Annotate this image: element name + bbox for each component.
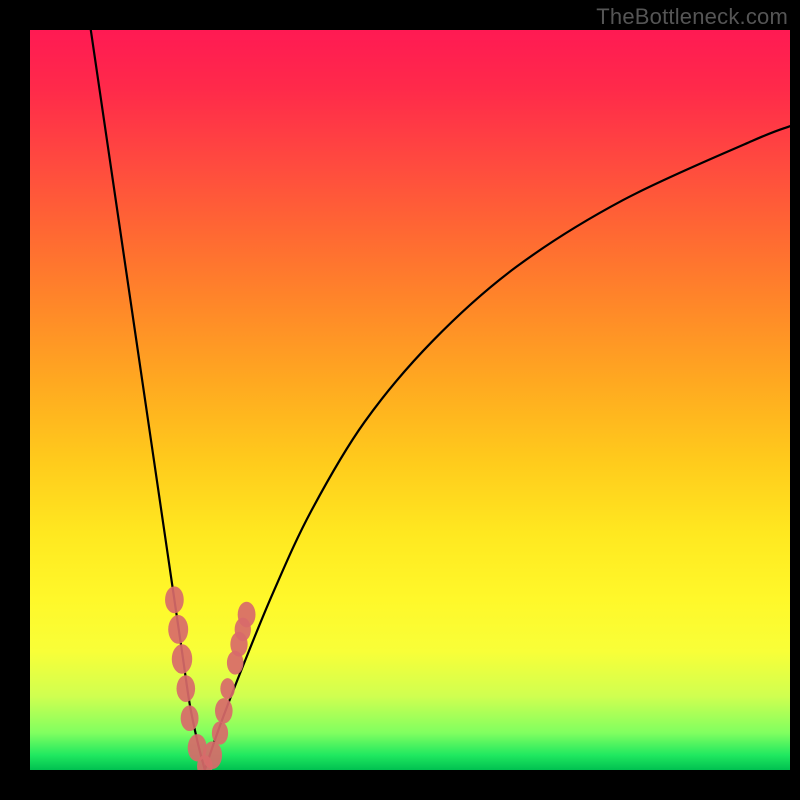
data-point [177,675,196,702]
data-point [220,678,235,699]
plot-area [30,30,790,770]
data-point [215,698,233,723]
data-point [165,586,184,613]
data-point [203,741,222,769]
data-point [168,615,188,644]
curve-layer [91,30,790,770]
watermark-text: TheBottleneck.com [596,4,788,30]
data-point [172,644,192,673]
curve-bottleneck-right-branch [205,126,790,770]
chart-frame: TheBottleneck.com [0,0,800,800]
data-point [238,602,256,628]
data-point [212,721,228,744]
data-point [181,705,199,731]
chart-svg [30,30,790,770]
points-layer [165,586,255,770]
